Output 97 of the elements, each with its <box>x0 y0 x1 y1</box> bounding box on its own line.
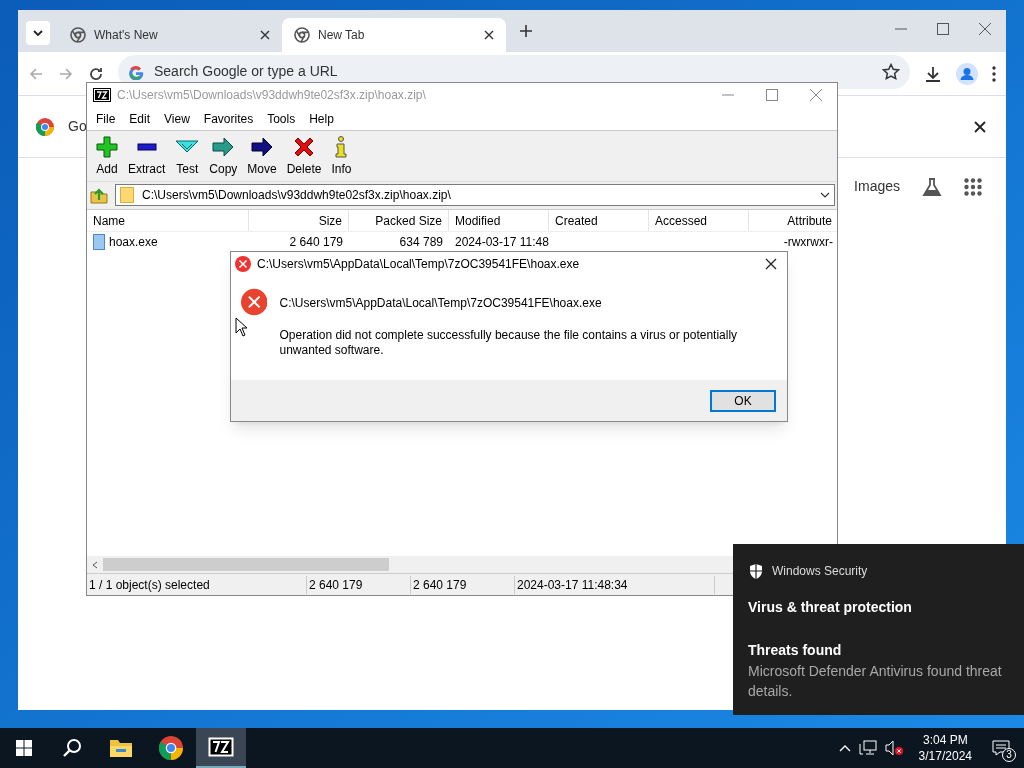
volume-muted-icon[interactable] <box>884 740 905 756</box>
column-header[interactable]: Size <box>249 210 349 231</box>
window-title: C:\Users\vm5\Downloads\v93ddwh9te02sf3x.zip\hoax.zip\ <box>117 87 426 104</box>
tab-title: New Tab <box>318 27 366 44</box>
plus-icon <box>96 136 118 158</box>
tab-list-button[interactable] <box>26 21 50 45</box>
column-header[interactable]: Accessed <box>649 210 749 231</box>
toast-message: Microsoft Defender Antivirus found threat <box>748 662 1002 681</box>
maximize-icon[interactable] <box>936 22 950 36</box>
clock-time[interactable]: 3:04 PM <box>922 732 968 748</box>
column-header[interactable]: Created <box>549 210 649 231</box>
close-icon[interactable] <box>765 258 777 270</box>
address-placeholder: Search Google or type a URL <box>154 62 338 81</box>
toast-message: details. <box>748 682 793 701</box>
notification-icon[interactable] <box>992 740 1010 756</box>
network-icon[interactable] <box>858 740 877 756</box>
path-text: C:\Users\vm5\Downloads\v93ddwh9te02sf3x.zip\hoax.zip\ <box>142 186 451 204</box>
apps-grid-icon[interactable] <box>964 177 982 196</box>
taskbar-app-button[interactable] <box>196 728 246 768</box>
delete-icon <box>293 136 316 158</box>
menu-icon[interactable] <box>992 65 996 82</box>
chevron-up-icon[interactable] <box>838 744 851 752</box>
plus-icon <box>520 25 532 37</box>
tab-title: What's New <box>94 27 159 44</box>
menu-item[interactable]: Edit <box>122 109 158 128</box>
toast-heading: Threats found <box>748 641 843 660</box>
column-header[interactable]: Packed Size <box>349 210 449 231</box>
google-icon <box>128 63 144 80</box>
file-path: C:\Users\vm5\AppData\Local\Temp\7zOC39541FE\hoax.exe <box>279 295 603 312</box>
reload-icon[interactable] <box>88 65 104 82</box>
app-name: Windows Security <box>772 563 868 580</box>
folder-icon <box>109 738 133 758</box>
toolbar-button[interactable]: Info <box>326 136 357 178</box>
status-text: 2024-03-17 11:48:34 <box>515 575 715 594</box>
file-name[interactable]: hoax.exe <box>109 233 158 251</box>
table-cell-text: 634 789 <box>398 234 444 251</box>
close-icon[interactable] <box>974 120 986 133</box>
folder-icon <box>120 186 134 203</box>
menu-item[interactable]: Tools <box>260 109 303 128</box>
arrow-right-icon <box>211 136 236 158</box>
toolbar-button[interactable]: Test <box>170 136 205 178</box>
mouse-cursor-icon <box>235 317 248 337</box>
toolbar-button[interactable]: Extract <box>123 136 171 178</box>
notification-toast[interactable]: Windows Security Virus & threat protection Threats found Microsoft Defender Antivirus found threat details. <box>733 544 1024 715</box>
archive-app-icon <box>208 737 234 757</box>
info-icon <box>334 136 349 158</box>
images-link[interactable]: Images <box>854 176 900 197</box>
chevron-down-icon <box>33 30 43 36</box>
toolbar-button[interactable]: Add <box>91 136 123 178</box>
maximize-icon[interactable] <box>765 88 779 102</box>
scroll-left-icon[interactable] <box>92 560 98 569</box>
windows-logo-icon <box>16 740 32 756</box>
arrow-right-icon <box>250 136 275 158</box>
column-header[interactable]: Modified <box>449 210 549 231</box>
ok-button[interactable]: OK <box>710 389 776 412</box>
chrome-icon <box>159 736 183 760</box>
close-icon[interactable] <box>260 30 270 40</box>
toolbar-button[interactable]: Copy <box>204 136 243 178</box>
error-icon <box>241 286 268 318</box>
toast-title: Virus & threat protection <box>748 598 913 617</box>
search-icon <box>62 738 82 758</box>
scrollbar-thumb[interactable] <box>103 558 389 571</box>
chrome-icon <box>70 27 86 43</box>
profile-icon[interactable] <box>956 62 978 85</box>
browser-tab[interactable]: What's New <box>58 18 282 52</box>
error-message: Operation did not complete successfully because the file contains a virus or potentially unwanted software. <box>279 328 739 358</box>
chrome-icon <box>294 27 310 43</box>
close-icon[interactable] <box>484 30 494 40</box>
table-cell-text: 2024-03-17 11:48 <box>454 234 549 251</box>
download-icon[interactable] <box>924 64 942 83</box>
shield-icon <box>748 562 764 580</box>
status-text: 2 640 179 <box>411 575 515 594</box>
browser-tab[interactable]: New Tab <box>282 18 506 52</box>
dialog-title: C:\Users\vm5\AppData\Local\Temp\7zOC39541FE\hoax.exe <box>257 256 580 273</box>
file-icon <box>93 234 105 250</box>
banner-text: Go <box>68 117 87 136</box>
toolbar-button[interactable]: Move <box>242 136 282 178</box>
clock-date[interactable]: 3/17/2024 <box>918 748 972 764</box>
star-icon[interactable] <box>882 62 900 81</box>
status-text: 2 640 179 <box>307 575 411 594</box>
chevron-down-icon[interactable] <box>820 191 830 198</box>
chrome-icon <box>36 117 54 136</box>
flask-icon[interactable] <box>922 176 942 197</box>
notification-count: 3 <box>1002 748 1016 762</box>
status-text: 1 / 1 object(s) selected <box>87 575 307 594</box>
error-icon <box>235 256 251 272</box>
menu-item[interactable]: File <box>89 109 123 128</box>
menu-item[interactable]: Help <box>302 109 341 128</box>
path-field[interactable]: C:\Users\vm5\Downloads\v93ddwh9te02sf3x.zip\hoax.zip\ <box>115 183 835 206</box>
menu-item[interactable]: View <box>157 109 197 128</box>
column-header[interactable]: Attribute <box>749 210 837 231</box>
table-cell-text: 2 640 179 <box>288 234 344 251</box>
toolbar-button[interactable]: Delete <box>281 136 327 178</box>
app-icon <box>93 88 111 102</box>
column-header[interactable]: Name <box>87 210 249 231</box>
table-cell-text: -rwxrwxr- <box>782 234 834 251</box>
menu-item[interactable]: Favorites <box>196 109 261 128</box>
